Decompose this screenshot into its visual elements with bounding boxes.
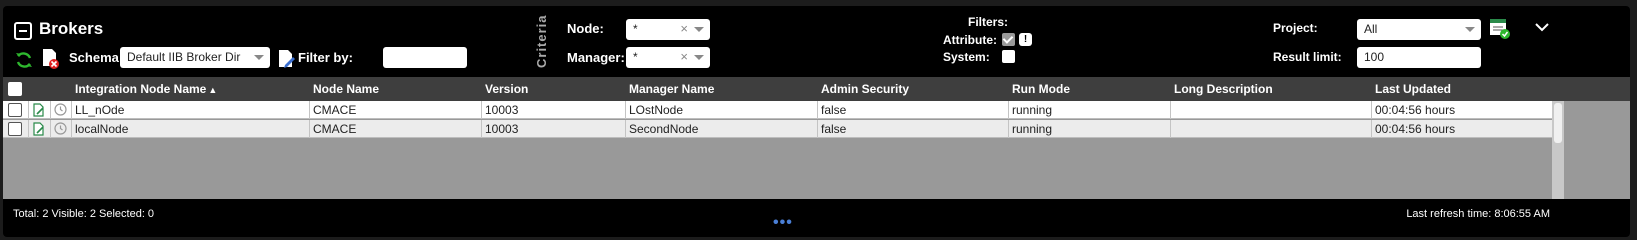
schema-select[interactable]: Default IIB Broker Dir bbox=[120, 47, 270, 68]
page-title: Brokers bbox=[39, 19, 104, 38]
result-limit-input[interactable]: 100 bbox=[1357, 47, 1481, 68]
cell-integration-node-name: localNode bbox=[75, 122, 129, 136]
node-label: Node: bbox=[567, 21, 604, 36]
column-header[interactable]: Last Updated bbox=[1375, 82, 1451, 96]
table-row[interactable]: LL_nOde CMACE 10003 LOstNode false runni… bbox=[3, 101, 1552, 119]
manager-label: Manager: bbox=[567, 50, 625, 65]
sort-ascending-icon: ▲ bbox=[208, 85, 218, 95]
row-checkbox[interactable] bbox=[8, 103, 22, 117]
cell-admin-security: false bbox=[821, 122, 847, 136]
schema-label: Schema: bbox=[69, 50, 124, 65]
cell-node-name: CMACE bbox=[313, 122, 357, 136]
more-options-icon[interactable]: ••• bbox=[773, 214, 793, 232]
clear-icon[interactable]: × bbox=[680, 47, 688, 67]
cell-version: 10003 bbox=[485, 103, 519, 117]
table-row[interactable]: localNode CMACE 10003 SecondNode false r… bbox=[3, 120, 1552, 138]
export-settings-icon[interactable] bbox=[1489, 18, 1511, 40]
cell-admin-security: false bbox=[821, 103, 847, 117]
info-icon[interactable]: ! bbox=[1019, 33, 1032, 46]
chevron-down-icon bbox=[1465, 27, 1475, 32]
scrollbar-thumb[interactable] bbox=[1554, 103, 1562, 143]
system-label: System: bbox=[943, 50, 990, 64]
cell-run-mode: running bbox=[1012, 122, 1053, 136]
attribute-label: Attribute: bbox=[943, 33, 997, 47]
cell-manager-name: SecondNode bbox=[629, 122, 699, 136]
node-value: * bbox=[633, 22, 638, 36]
delete-document-icon[interactable] bbox=[41, 48, 61, 70]
node-select[interactable]: * × bbox=[626, 19, 710, 40]
column-header[interactable]: Run Mode bbox=[1012, 82, 1070, 96]
cell-integration-node-name: LL_nOde bbox=[75, 103, 125, 117]
schema-value: Default IIB Broker Dir bbox=[127, 50, 241, 64]
brokers-table: Integration Node Name ▲ Node Name Version… bbox=[3, 77, 1630, 199]
chevron-down-icon bbox=[694, 27, 704, 32]
filters-label: Filters: bbox=[968, 15, 1009, 29]
filter-by-input[interactable] bbox=[383, 47, 467, 68]
project-label: Project: bbox=[1273, 21, 1318, 35]
cell-run-mode: running bbox=[1012, 103, 1053, 117]
brokers-panel: Brokers Schema: Default IIB Broker Dir F… bbox=[3, 6, 1630, 237]
clock-icon bbox=[54, 103, 67, 116]
edit-document-icon[interactable] bbox=[33, 122, 45, 136]
column-header[interactable]: Version bbox=[485, 82, 528, 96]
column-header[interactable]: Node Name bbox=[313, 82, 379, 96]
chevron-down-icon bbox=[694, 55, 704, 60]
cell-node-name: CMACE bbox=[313, 103, 357, 117]
cell-manager-name: LOstNode bbox=[629, 103, 684, 117]
manager-select[interactable]: * × bbox=[626, 47, 710, 68]
clear-icon[interactable]: × bbox=[680, 19, 688, 39]
last-refresh-time: Last refresh time: 8:06:55 AM bbox=[1406, 208, 1550, 220]
cell-last-updated: 00:04:56 hours bbox=[1375, 103, 1456, 117]
vertical-scrollbar[interactable] bbox=[1552, 101, 1564, 199]
table-header: Integration Node Name ▲ Node Name Version… bbox=[3, 77, 1630, 101]
cell-version: 10003 bbox=[485, 122, 519, 136]
filter-by-label: Filter by: bbox=[298, 50, 353, 65]
chevron-down-icon[interactable] bbox=[1535, 22, 1549, 32]
edit-document-icon[interactable] bbox=[278, 49, 296, 69]
refresh-icon[interactable] bbox=[14, 50, 34, 70]
column-header[interactable]: Manager Name bbox=[629, 82, 714, 96]
criteria-label: Criteria bbox=[534, 14, 549, 68]
project-select[interactable]: All bbox=[1357, 19, 1481, 40]
column-header[interactable]: Admin Security bbox=[821, 82, 909, 96]
clock-icon bbox=[54, 122, 67, 135]
project-value: All bbox=[1364, 22, 1378, 36]
cell-last-updated: 00:04:56 hours bbox=[1375, 122, 1456, 136]
status-counts: Total: 2 Visible: 2 Selected: 0 bbox=[13, 208, 155, 220]
column-header[interactable]: Long Description bbox=[1174, 82, 1273, 96]
collapse-icon[interactable] bbox=[14, 22, 32, 40]
chevron-down-icon bbox=[254, 55, 264, 60]
row-checkbox[interactable] bbox=[8, 122, 22, 136]
manager-value: * bbox=[633, 50, 638, 64]
edit-document-icon[interactable] bbox=[33, 103, 45, 117]
result-limit-label: Result limit: bbox=[1273, 50, 1342, 64]
attribute-checkbox[interactable] bbox=[1002, 33, 1015, 46]
system-checkbox[interactable] bbox=[1002, 50, 1015, 63]
select-all-checkbox[interactable] bbox=[8, 82, 22, 96]
column-header[interactable]: Integration Node Name ▲ bbox=[75, 82, 217, 96]
